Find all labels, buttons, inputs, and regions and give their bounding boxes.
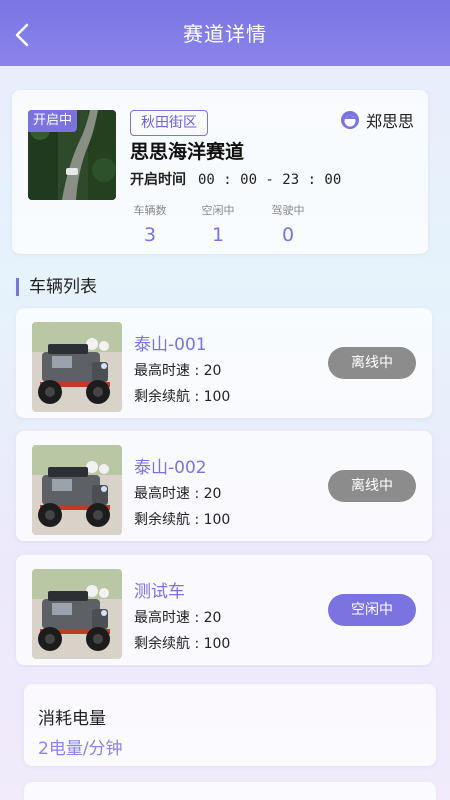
stat-label: 空闲中 [201,204,235,217]
vehicle-image [32,322,122,412]
next-card-partial [24,782,436,800]
vehicle-card[interactable]: 泰山-001 最高时速 : 20 剩余续航 : 100 离线中 [16,308,432,418]
page-title: 赛道详情 [183,21,267,46]
vehicle-range: 剩余续航 : 100 [134,636,231,652]
stat-driving-count: 驾驶中 0 [258,202,318,246]
vehicle-image [32,569,122,659]
open-time-value: 00 : 00 - 23 : 00 [198,172,342,188]
track-name: 思思海洋赛道 [130,141,245,163]
open-time-label: 开启时间 [130,172,186,188]
vehicle-name: 测试车 [134,582,185,602]
vehicle-range: 剩余续航 : 100 [134,512,231,528]
open-time: 开启时间 00 : 00 - 23 : 00 [130,169,341,189]
track-info-card: 开启中 秋田街区 郑思思 思思海洋赛道 开启时间 00 : 00 - 23 : 0… [12,90,428,254]
vehicle-max-speed: 最高时速 : 20 [134,486,222,502]
vehicle-max-speed: 最高时速 : 20 [134,363,222,379]
vehicle-status-button[interactable]: 离线中 [328,470,416,502]
district-tag: 秋田街区 [130,110,208,136]
power-title: 消耗电量 [38,709,106,729]
user-avatar-icon [340,111,359,129]
vehicle-max-speed: 最高时速 : 20 [134,610,222,626]
chevron-left-icon [15,23,29,47]
stat-value: 3 [143,224,157,246]
vehicle-name: 泰山-001 [134,335,207,355]
power-value: 2电量/分钟 [38,739,123,759]
stat-value: 0 [281,224,295,246]
track-image: 开启中 [28,110,116,200]
vehicle-status-button[interactable]: 离线中 [328,347,416,379]
owner: 郑思思 [340,108,414,132]
stat-idle-count: 空闲中 1 [188,202,248,246]
power-consumption-card: 消耗电量 2电量/分钟 [24,684,436,766]
stat-label: 车辆数 [133,204,167,217]
vehicle-list-title: 车辆列表 [16,278,97,296]
vehicle-card[interactable]: 泰山-002 最高时速 : 20 剩余续航 : 100 离线中 [16,431,432,541]
stat-value: 1 [211,224,225,246]
owner-name: 郑思思 [365,112,414,131]
vehicle-name: 泰山-002 [134,458,207,478]
vehicle-range: 剩余续航 : 100 [134,389,231,405]
track-status-badge: 开启中 [28,110,78,132]
top-bar: 赛道详情 [0,0,450,66]
back-button[interactable] [12,22,34,48]
vehicle-image [32,445,122,535]
stat-vehicle-count: 车辆数 3 [120,202,180,246]
vehicle-card[interactable]: 测试车 最高时速 : 20 剩余续航 : 100 空闲中 [16,555,432,665]
stat-label: 驾驶中 [271,204,305,217]
vehicle-status-button[interactable]: 空闲中 [328,594,416,626]
